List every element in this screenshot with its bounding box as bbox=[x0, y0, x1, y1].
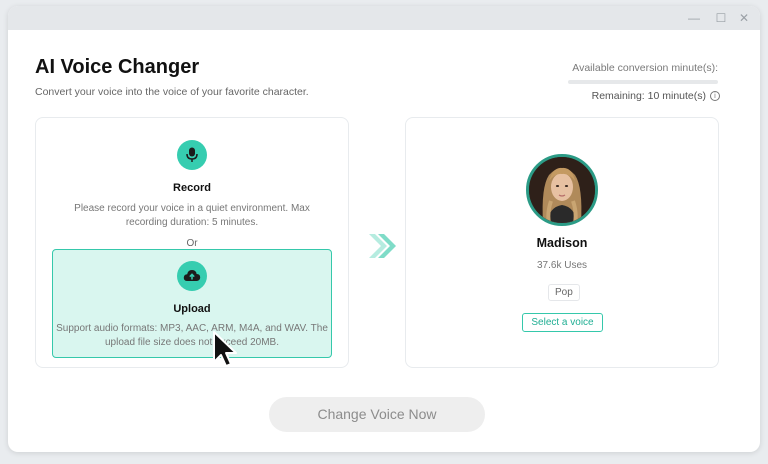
app-window: — ☐ ✕ AI Voice Changer Convert your voic… bbox=[8, 6, 760, 452]
voice-uses: 37.6k Uses bbox=[536, 260, 588, 271]
upload-description: Support audio formats: MP3, AAC, ARM, M4… bbox=[56, 323, 328, 348]
microphone-icon[interactable] bbox=[177, 140, 207, 170]
upload-title[interactable]: Upload bbox=[36, 303, 348, 315]
or-separator: Or bbox=[186, 238, 198, 249]
voice-avatar bbox=[526, 154, 598, 226]
close-icon[interactable]: ✕ bbox=[736, 10, 752, 26]
double-chevron-right-icon bbox=[369, 234, 396, 258]
available-minutes-label: Available conversion minute(s): bbox=[572, 62, 718, 74]
voice-genre-tag: Pop bbox=[548, 284, 580, 301]
minimize-icon[interactable]: — bbox=[686, 10, 702, 26]
input-source-card: Record Please record your voice in a qui… bbox=[35, 117, 349, 368]
voice-card: Madison 37.6k Uses Pop Select a voice bbox=[405, 117, 719, 368]
change-voice-button[interactable]: Change Voice Now bbox=[269, 397, 485, 432]
cloud-upload-icon[interactable] bbox=[177, 261, 207, 291]
record-title[interactable]: Record bbox=[36, 182, 348, 194]
title-bar: — ☐ ✕ bbox=[8, 6, 760, 30]
info-icon[interactable]: i bbox=[710, 91, 720, 101]
voice-name: Madison bbox=[536, 236, 588, 250]
mouse-cursor-icon bbox=[213, 331, 237, 367]
page-title: AI Voice Changer bbox=[35, 56, 200, 78]
minutes-progress-bar bbox=[568, 80, 718, 84]
maximize-icon[interactable]: ☐ bbox=[713, 10, 729, 26]
page-subtitle: Convert your voice into the voice of you… bbox=[35, 86, 309, 98]
remaining-minutes: Remaining: 10 minute(s) i bbox=[592, 90, 720, 102]
remaining-minutes-text: Remaining: 10 minute(s) bbox=[591, 90, 706, 102]
record-description: Please record your voice in a quiet envi… bbox=[74, 203, 310, 228]
select-voice-button[interactable]: Select a voice bbox=[522, 313, 603, 332]
